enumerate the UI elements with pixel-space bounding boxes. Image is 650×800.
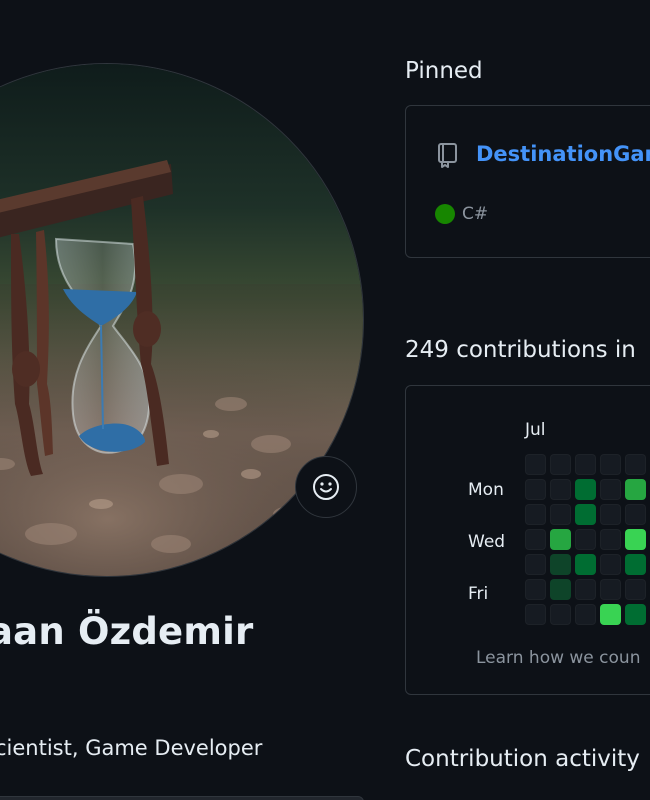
contribution-day-cell[interactable] (525, 504, 546, 525)
edit-profile-button[interactable] (0, 796, 364, 800)
contribution-day-cell[interactable] (600, 529, 621, 550)
contribution-day-cell[interactable] (575, 454, 596, 475)
contributions-heading: 249 contributions in (405, 337, 636, 363)
contribution-day-cell[interactable] (625, 604, 646, 625)
repo-link[interactable]: DestinationGam (476, 142, 650, 166)
learn-contributions-link[interactable]: Learn how we coun (476, 648, 640, 668)
contribution-day-cell[interactable] (575, 529, 596, 550)
repo-language: C# (462, 204, 489, 224)
contribution-day-cell[interactable] (625, 529, 646, 550)
contribution-day-cell[interactable] (525, 479, 546, 500)
contribution-day-cell[interactable] (550, 579, 571, 600)
contribution-day-cell[interactable] (525, 454, 546, 475)
contribution-activity-heading: Contribution activity (405, 746, 640, 772)
language-color-dot (435, 204, 455, 224)
profile-page: aan Özdemir cientist, Game Developer Pin… (0, 0, 650, 800)
contribution-day-cell[interactable] (550, 454, 571, 475)
contribution-day-cell[interactable] (525, 554, 546, 575)
contribution-grid (525, 454, 650, 625)
contribution-day-cell[interactable] (525, 529, 546, 550)
contribution-day-cell[interactable] (550, 529, 571, 550)
pinned-repo-card: DestinationGam C# (405, 105, 650, 258)
profile-name: aan Özdemir (0, 610, 254, 653)
pinned-heading: Pinned (405, 58, 483, 84)
contribution-day-cell[interactable] (625, 554, 646, 575)
contribution-day-cell[interactable] (525, 604, 546, 625)
contribution-day-cell[interactable] (575, 554, 596, 575)
contribution-day-cell[interactable] (550, 504, 571, 525)
contribution-day-cell[interactable] (575, 579, 596, 600)
contribution-day-cell[interactable] (600, 579, 621, 600)
contribution-day-cell[interactable] (575, 604, 596, 625)
contribution-day-cell[interactable] (600, 479, 621, 500)
contribution-day-cell[interactable] (600, 604, 621, 625)
contribution-calendar: Jul Mon Wed Fri Learn how we coun (405, 385, 650, 695)
contribution-day-cell[interactable] (600, 554, 621, 575)
contribution-day-cell[interactable] (575, 479, 596, 500)
day-label-fri: Fri (468, 584, 489, 604)
contribution-day-cell[interactable] (525, 579, 546, 600)
contribution-day-cell[interactable] (550, 479, 571, 500)
contribution-day-cell[interactable] (625, 504, 646, 525)
profile-bio: cientist, Game Developer (0, 736, 263, 760)
contribution-day-cell[interactable] (625, 579, 646, 600)
smiley-icon (313, 474, 339, 500)
contribution-day-cell[interactable] (550, 554, 571, 575)
contribution-day-cell[interactable] (600, 454, 621, 475)
contribution-day-cell[interactable] (575, 504, 596, 525)
day-label-wed: Wed (468, 532, 506, 552)
set-status-button[interactable] (295, 456, 357, 518)
contribution-day-cell[interactable] (600, 504, 621, 525)
contribution-day-cell[interactable] (625, 479, 646, 500)
day-label-mon: Mon (468, 480, 504, 500)
contribution-day-cell[interactable] (625, 454, 646, 475)
month-label: Jul (525, 420, 546, 440)
repo-icon (438, 143, 457, 168)
contribution-day-cell[interactable] (550, 604, 571, 625)
